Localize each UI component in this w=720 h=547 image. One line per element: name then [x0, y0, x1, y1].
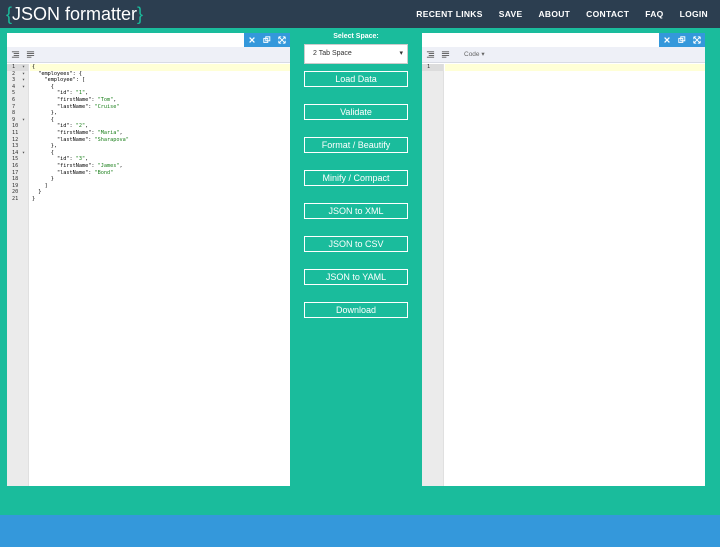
nav-link-save[interactable]: SAVE: [499, 9, 523, 19]
line-number: 14: [7, 150, 28, 157]
line-number: 10: [12, 123, 19, 130]
code-area[interactable]: { "employees": { "employee": [ { "id": "…: [30, 64, 290, 486]
code-line: },: [32, 110, 57, 117]
code-line: {: [30, 64, 290, 71]
line-number: 9: [7, 117, 28, 124]
line-number: 17: [12, 169, 19, 176]
mode-select[interactable]: Code ▾: [460, 50, 489, 60]
expand-icon[interactable]: [277, 35, 287, 45]
line-number: 5: [12, 90, 16, 97]
tab-space-select[interactable]: 2 Tab Space: [304, 44, 408, 64]
json-to-yaml-button[interactable]: JSON to YAML: [304, 269, 408, 285]
nav-link-recent-links[interactable]: RECENT LINKS: [416, 9, 482, 19]
input-editor-panel: 123456789101112131415161718192021 { "emp…: [7, 33, 290, 486]
nav-link-about[interactable]: ABOUT: [538, 9, 570, 19]
download-button[interactable]: Download: [304, 302, 408, 318]
close-icon[interactable]: [247, 35, 257, 45]
top-navbar: {JSON formatter} RECENT LINKS SAVE ABOUT…: [0, 0, 720, 28]
select-space-label: Select Space:: [333, 33, 379, 40]
code-line: {: [32, 116, 54, 123]
line-number: 18: [12, 176, 19, 183]
nav-link-login[interactable]: LOGIN: [680, 9, 708, 19]
line-number: 21: [12, 195, 19, 202]
format-beautify-button[interactable]: Format / Beautify: [304, 137, 408, 153]
line-number: 4: [7, 84, 28, 91]
line-number-gutter: 1: [422, 64, 444, 486]
code-line: "firstName": "James",: [32, 162, 123, 169]
code-line: "firstName": "Maria",: [32, 129, 123, 136]
json-to-csv-button[interactable]: JSON to CSV: [304, 236, 408, 252]
line-number: 12: [12, 136, 19, 143]
line-number: 11: [12, 129, 19, 136]
code-line: "id": "2",: [32, 123, 89, 130]
code-line: ]: [32, 182, 48, 189]
line-number: 6: [12, 96, 16, 103]
format-icon[interactable]: [424, 49, 436, 61]
input-toolbar: [7, 47, 290, 63]
json-to-xml-button[interactable]: JSON to XML: [304, 203, 408, 219]
input-code-editor[interactable]: 123456789101112131415161718192021 { "emp…: [7, 64, 290, 486]
brand-logo[interactable]: {JSON formatter}: [6, 2, 143, 26]
code-line: }: [32, 176, 54, 183]
code-line: }: [32, 189, 42, 196]
brand-text: JSON formatter: [12, 4, 138, 24]
line-number: 8: [12, 110, 16, 117]
code-line: "lastName": "Bond": [32, 169, 114, 176]
copy-icon[interactable]: [677, 35, 687, 45]
code-line: "firstName": "Tom",: [32, 96, 117, 103]
code-line: "id": "3",: [32, 156, 89, 163]
compact-icon[interactable]: [24, 49, 36, 61]
expand-icon[interactable]: [692, 35, 702, 45]
format-icon[interactable]: [9, 49, 21, 61]
nav-link-faq[interactable]: FAQ: [645, 9, 663, 19]
line-number: 1: [7, 64, 28, 71]
output-code-editor[interactable]: 1: [422, 64, 705, 486]
code-line: "id": "1",: [32, 90, 89, 97]
output-editor-panel: Code ▾ 1: [422, 33, 705, 486]
code-line: "lastName": "Sharapova": [32, 136, 129, 143]
line-number: 2: [7, 71, 28, 78]
brand-close-brace: }: [137, 4, 144, 24]
code-line: "lastName": "Cruise": [32, 103, 120, 110]
code-line: [445, 64, 705, 71]
line-number: 19: [12, 182, 19, 189]
line-number: 15: [12, 156, 19, 163]
nav-links: RECENT LINKS SAVE ABOUT CONTACT FAQ LOGI…: [408, 0, 716, 28]
code-line: "employees": {: [32, 70, 82, 77]
page-scrollbar[interactable]: [713, 28, 720, 515]
code-line: },: [32, 143, 57, 150]
minify-compact-button[interactable]: Minify / Compact: [304, 170, 408, 186]
code-line: "employee": [: [32, 77, 86, 84]
line-number: 13: [12, 143, 19, 150]
line-number: 20: [12, 189, 19, 196]
input-window-bar: [244, 33, 290, 47]
output-toolbar: Code ▾: [422, 47, 705, 63]
footer: [0, 515, 720, 547]
output-window-bar: [659, 33, 705, 47]
line-number: 1: [422, 64, 443, 71]
line-number: 16: [12, 162, 19, 169]
code-line: {: [32, 83, 54, 90]
line-number-gutter: 123456789101112131415161718192021: [7, 64, 29, 486]
compact-icon[interactable]: [439, 49, 451, 61]
copy-icon[interactable]: [262, 35, 272, 45]
line-number: 7: [12, 103, 16, 110]
load-data-button[interactable]: Load Data: [304, 71, 408, 87]
code-line: {: [32, 149, 54, 156]
code-line: }: [32, 195, 36, 202]
close-icon[interactable]: [662, 35, 672, 45]
validate-button[interactable]: Validate: [304, 104, 408, 120]
line-number: 3: [7, 77, 28, 84]
nav-link-contact[interactable]: CONTACT: [586, 9, 629, 19]
code-area[interactable]: [445, 64, 705, 486]
